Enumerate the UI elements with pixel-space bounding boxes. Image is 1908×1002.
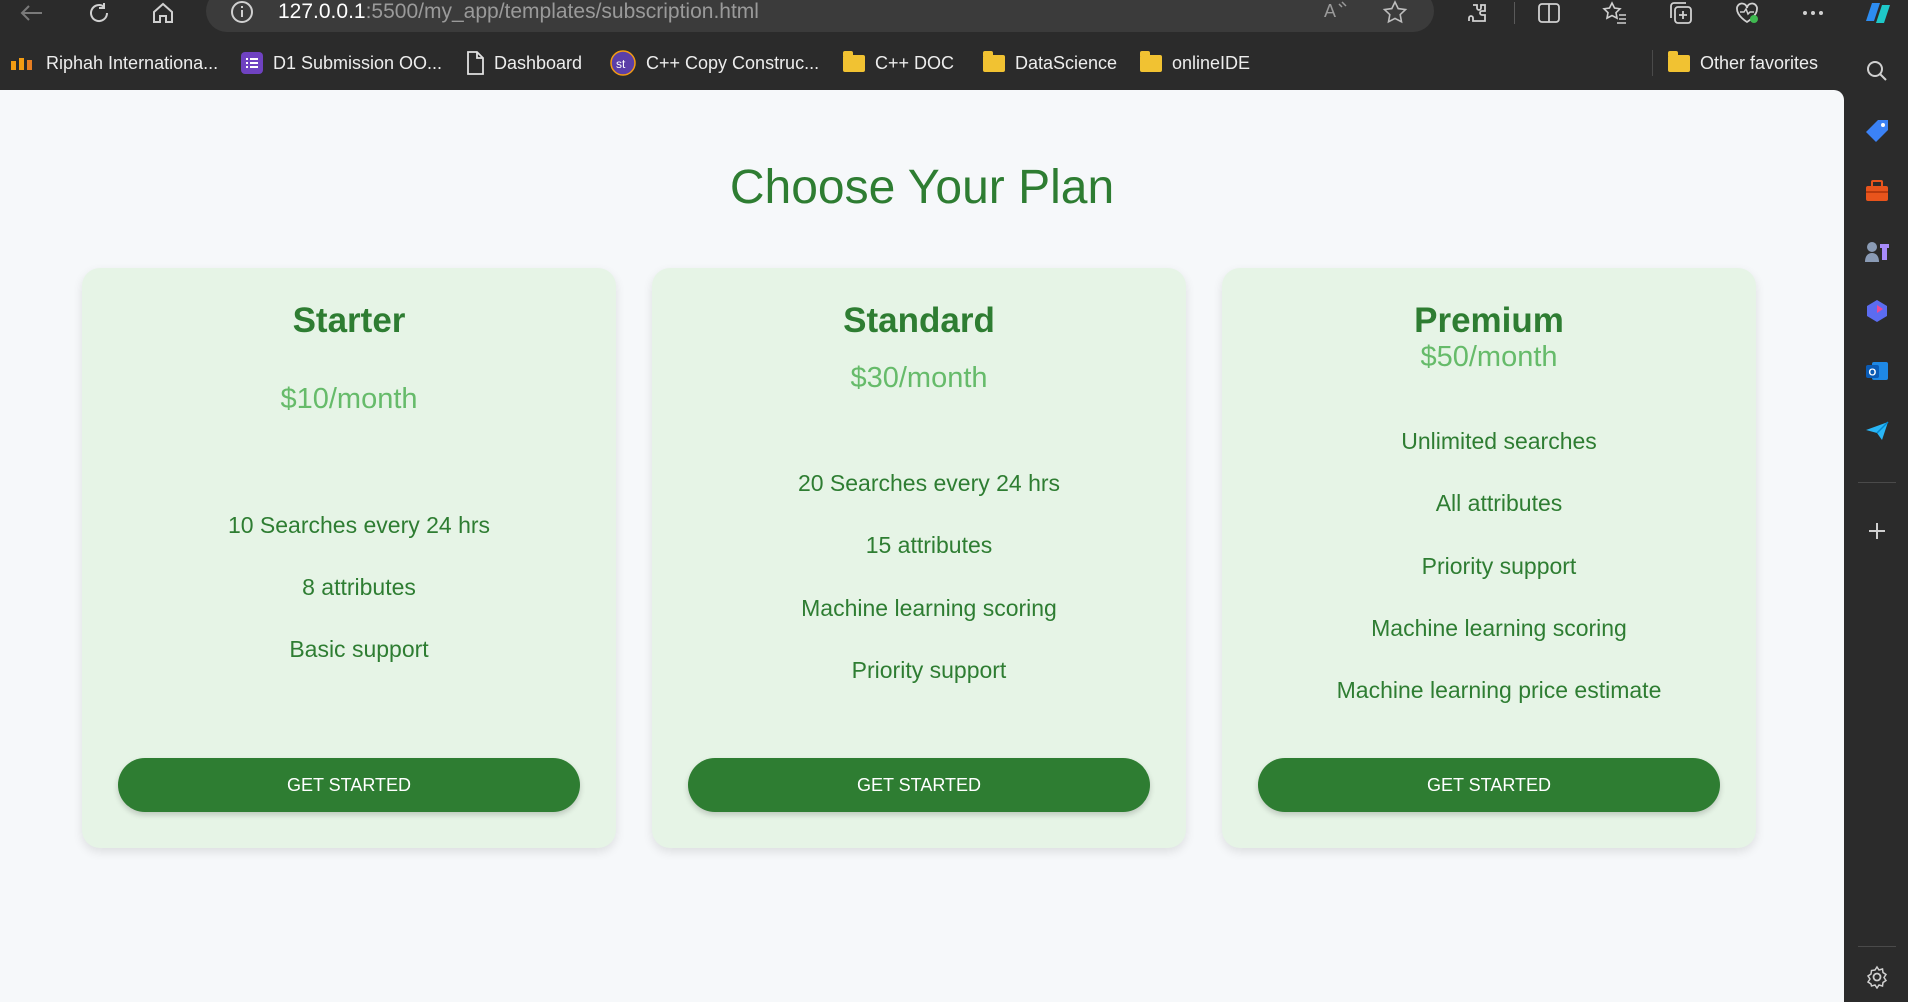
plan-feature: Machine learning scoring — [801, 595, 1057, 621]
folder-icon — [1668, 50, 1690, 72]
page-title: Choose Your Plan — [729, 161, 1115, 214]
get-started-button[interactable]: GET STARTED — [118, 758, 580, 812]
plan-name: Standard — [843, 301, 995, 340]
back-icon[interactable] — [16, 0, 46, 26]
search-icon[interactable] — [1862, 56, 1892, 86]
favorite-label: onlineIDE — [1172, 52, 1251, 73]
svg-text:A: A — [1324, 1, 1336, 21]
collections-icon[interactable] — [1666, 0, 1696, 26]
address-path: :5500/my_app/templates/subscription.html — [365, 0, 759, 23]
sidebar-divider — [1858, 946, 1896, 947]
browser-toolbar: 127.0.0.1:5500/my_app/templates/subscrip… — [0, 0, 1908, 32]
sidebar-divider — [1858, 482, 1896, 483]
plan-feature: 15 attributes — [865, 532, 993, 558]
toolbar-divider — [1512, 0, 1516, 26]
svg-text:O: O — [1869, 368, 1877, 379]
get-started-button[interactable]: GET STARTED — [1258, 758, 1720, 812]
folder-icon — [983, 50, 1005, 72]
address-bar[interactable]: 127.0.0.1:5500/my_app/templates/subscrip… — [206, 0, 1434, 32]
settings-gear-icon[interactable] — [1862, 962, 1892, 992]
address-url[interactable]: 127.0.0.1:5500/my_app/templates/subscrip… — [278, 0, 759, 24]
plan-card-premium: Premium $50/month Unlimited searches All… — [1222, 268, 1756, 848]
favorite-d1-submission[interactable]: D1 Submission OO... — [241, 42, 442, 84]
favorite-other-favorites[interactable]: Other favorites — [1668, 42, 1818, 84]
copilot-sidebar-icon[interactable] — [1862, 296, 1892, 326]
favorite-onlineide[interactable]: onlineIDE — [1140, 42, 1250, 84]
page-icon — [466, 51, 484, 75]
add-icon[interactable] — [1862, 516, 1892, 546]
copilot-icon[interactable] — [1858, 0, 1898, 26]
favorite-label: C++ Copy Construc... — [646, 52, 820, 73]
read-aloud-icon[interactable]: A — [1324, 0, 1350, 27]
games-icon[interactable] — [1862, 236, 1892, 266]
favorites-bar: Riphah Internationa... D1 Submission OO.… — [0, 42, 1846, 84]
plan-feature: 10 Searches every 24 hrs — [227, 512, 491, 538]
favorites-icon[interactable] — [1600, 0, 1630, 26]
outlook-icon[interactable]: O — [1862, 356, 1892, 386]
plan-card-standard: Standard $30/month 20 Searches every 24 … — [652, 268, 1186, 848]
plan-feature: All attributes — [1435, 490, 1563, 516]
split-screen-icon[interactable] — [1534, 0, 1564, 26]
folder-icon — [1140, 50, 1162, 72]
plan-feature: Machine learning price estimate — [1336, 677, 1662, 703]
plan-name: Premium — [1414, 301, 1564, 340]
favorite-dashboard[interactable]: Dashboard — [466, 42, 582, 84]
favorite-star-icon[interactable] — [1382, 0, 1408, 29]
browser-essentials-icon[interactable] — [1732, 0, 1762, 26]
send-icon[interactable] — [1862, 416, 1892, 446]
plan-feature: Machine learning scoring — [1371, 615, 1627, 641]
st-logo-icon: st — [610, 50, 636, 76]
plan-feature: 8 attributes — [302, 574, 416, 600]
address-host: 127.0.0.1 — [278, 0, 366, 23]
favorite-cpp-copy-constructor[interactable]: st C++ Copy Construc... — [610, 42, 819, 84]
favorite-label: Dashboard — [494, 52, 583, 73]
site-info-icon[interactable] — [230, 0, 254, 29]
edge-sidebar: O — [1846, 42, 1908, 1002]
more-options-icon[interactable] — [1798, 0, 1828, 26]
plan-feature: Priority support — [851, 657, 1007, 683]
favorite-label: Riphah Internationa... — [46, 52, 219, 73]
tools-icon[interactable] — [1862, 176, 1892, 206]
svg-text:st: st — [616, 57, 626, 71]
get-started-button[interactable]: GET STARTED — [688, 758, 1150, 812]
plan-price: $50/month — [1420, 341, 1558, 373]
shopping-tag-icon[interactable] — [1862, 116, 1892, 146]
favorite-label: C++ DOC — [875, 52, 955, 73]
folder-icon — [843, 50, 865, 72]
favorite-datascience[interactable]: DataScience — [983, 42, 1117, 84]
plan-name: Starter — [292, 301, 406, 340]
plan-card-starter: Starter $10/month 10 Searches every 24 h… — [82, 268, 616, 848]
favorite-cpp-doc[interactable]: C++ DOC — [843, 42, 954, 84]
riphah-logo-icon — [10, 56, 36, 70]
favorite-label: Other favorites — [1700, 52, 1819, 73]
plan-price: $30/month — [850, 362, 988, 394]
favorite-label: D1 Submission OO... — [273, 52, 443, 73]
favorites-divider — [1652, 50, 1653, 76]
favorite-label: DataScience — [1015, 52, 1118, 73]
subscription-page: Choose Your Plan Starter $10/month 10 Se… — [0, 90, 1844, 1002]
home-icon[interactable] — [148, 0, 178, 26]
favorite-riphah[interactable]: Riphah Internationa... — [10, 42, 218, 84]
refresh-icon[interactable] — [84, 0, 114, 26]
plan-feature: 20 Searches every 24 hrs — [797, 470, 1061, 496]
plan-feature: Priority support — [1421, 553, 1577, 579]
extensions-icon[interactable] — [1462, 0, 1492, 26]
plan-feature: Unlimited searches — [1401, 428, 1597, 454]
plan-price: $10/month — [280, 383, 418, 415]
plan-feature: Basic support — [289, 636, 429, 662]
list-icon — [241, 52, 263, 74]
